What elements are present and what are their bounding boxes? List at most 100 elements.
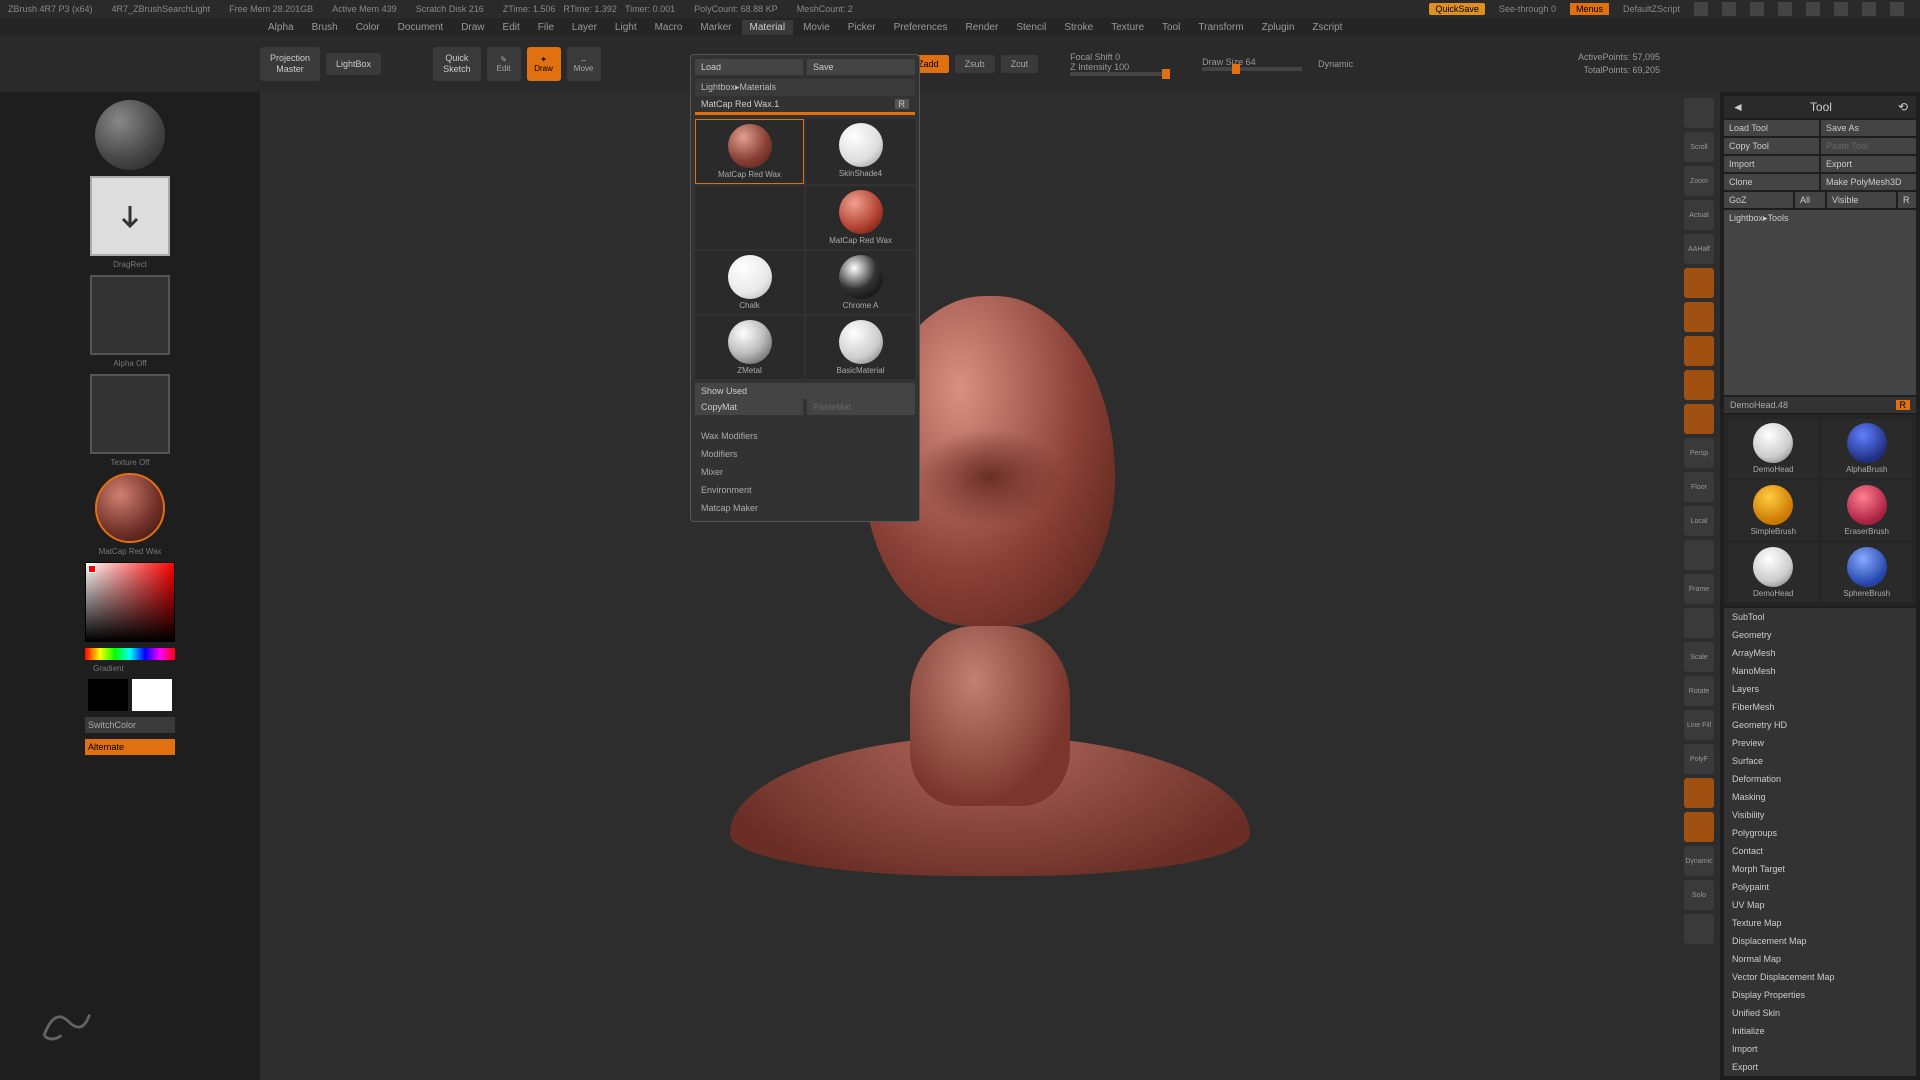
tool-section-normal-map[interactable]: Normal Map (1724, 950, 1916, 968)
goz-all-button[interactable]: All (1795, 192, 1825, 208)
material-swatch[interactable]: SkinShade4 (806, 119, 915, 184)
menu-zplugin[interactable]: Zplugin (1254, 20, 1303, 35)
clone-button[interactable]: Clone (1724, 174, 1819, 190)
tool-thumb[interactable]: DemoHead (1728, 419, 1819, 478)
menu-brush[interactable]: Brush (304, 20, 346, 35)
menu-edit[interactable]: Edit (495, 20, 528, 35)
tool-section-preview[interactable]: Preview (1724, 734, 1916, 752)
mat-section[interactable]: Environment (695, 481, 915, 499)
tool-section-texture-map[interactable]: Texture Map (1724, 914, 1916, 932)
tool-thumb[interactable]: SimpleBrush (1728, 481, 1819, 540)
tool-section-import[interactable]: Import (1724, 1040, 1916, 1058)
goz-r-button[interactable]: R (1898, 192, 1916, 208)
tool-section-displacement-map[interactable]: Displacement Map (1724, 932, 1916, 950)
tool-thumb[interactable]: SphereBrush (1822, 543, 1913, 602)
mat-section[interactable]: Wax Modifiers (695, 427, 915, 445)
viewport-btn6[interactable] (1684, 302, 1714, 332)
alpha-thumb[interactable] (90, 275, 170, 355)
projection-master-button[interactable]: Projection Master (260, 47, 320, 81)
viewport-solo[interactable]: Solo (1684, 880, 1714, 910)
edit-mode-button[interactable]: ✎Edit (487, 47, 521, 81)
lightbox-materials-button[interactable]: Lightbox▸Materials (695, 79, 915, 96)
minimize-button[interactable] (1834, 2, 1848, 16)
quicksketch-button[interactable]: Quick Sketch (433, 47, 481, 81)
mat-section[interactable]: Matcap Maker (695, 499, 915, 517)
viewport-scale[interactable]: Scale (1684, 642, 1714, 672)
menu-macro[interactable]: Macro (647, 20, 691, 35)
menu-material[interactable]: Material (742, 20, 794, 35)
material-swatch[interactable]: Chalk (695, 251, 804, 314)
menu-layer[interactable]: Layer (564, 20, 605, 35)
menu-alpha[interactable]: Alpha (260, 20, 302, 35)
viewport-btn8[interactable] (1684, 370, 1714, 400)
viewport-floor[interactable]: Floor (1684, 472, 1714, 502)
material-name[interactable]: MatCap Red Wax.1R (695, 96, 915, 112)
color-picker[interactable] (85, 562, 175, 642)
mat-section[interactable]: Mixer (695, 463, 915, 481)
viewport-btn20[interactable] (1684, 778, 1714, 808)
tool-section-masking[interactable]: Masking (1724, 788, 1916, 806)
viewport-rotate[interactable]: Rotate (1684, 676, 1714, 706)
menu-transform[interactable]: Transform (1190, 20, 1251, 35)
tool-section-display-properties[interactable]: Display Properties (1724, 986, 1916, 1004)
alternate-button[interactable]: Alternate (85, 739, 175, 755)
tool-section-unified-skin[interactable]: Unified Skin (1724, 1004, 1916, 1022)
tool-section-arraymesh[interactable]: ArrayMesh (1724, 644, 1916, 662)
window-button[interactable] (1722, 2, 1736, 16)
material-swatch[interactable]: BasicMaterial (806, 316, 915, 379)
menu-color[interactable]: Color (348, 20, 388, 35)
viewport-btn5[interactable] (1684, 268, 1714, 298)
menu-stencil[interactable]: Stencil (1008, 20, 1054, 35)
zcut-button[interactable]: Zcut (1001, 55, 1039, 73)
goz-visible-button[interactable]: Visible (1827, 192, 1896, 208)
viewport-persp[interactable]: Persp (1684, 438, 1714, 468)
menu-document[interactable]: Document (390, 20, 452, 35)
tool-section-polypaint[interactable]: Polypaint (1724, 878, 1916, 896)
tool-palette-title[interactable]: ◄Tool⟲ (1724, 96, 1916, 118)
lightbox-tools-button[interactable]: Lightbox▸Tools (1724, 210, 1916, 395)
viewport-scroll[interactable]: Scroll (1684, 132, 1714, 162)
viewport-local[interactable]: Local (1684, 506, 1714, 536)
material-swatch[interactable] (695, 186, 804, 249)
pastemat-button[interactable]: PasteMat (807, 399, 915, 415)
mat-section[interactable]: Modifiers (695, 445, 915, 463)
zintensity-slider[interactable] (1070, 72, 1170, 76)
tool-section-subtool[interactable]: SubTool (1724, 608, 1916, 626)
copymat-button[interactable]: CopyMat (695, 399, 803, 415)
tool-section-uv-map[interactable]: UV Map (1724, 896, 1916, 914)
tool-section-layers[interactable]: Layers (1724, 680, 1916, 698)
viewport-btn0[interactable] (1684, 98, 1714, 128)
tool-section-contact[interactable]: Contact (1724, 842, 1916, 860)
menu-tool[interactable]: Tool (1154, 20, 1188, 35)
maximize-button[interactable] (1862, 2, 1876, 16)
draw-mode-button[interactable]: ✦Draw (527, 47, 561, 81)
viewport-aahalf[interactable]: AAHalf (1684, 234, 1714, 264)
tool-section-geometry-hd[interactable]: Geometry HD (1724, 716, 1916, 734)
viewport-btn15[interactable] (1684, 608, 1714, 638)
viewport-btn21[interactable] (1684, 812, 1714, 842)
gradient-label[interactable]: Gradient (93, 664, 124, 673)
menus-toggle[interactable]: Menus (1570, 3, 1609, 15)
dynamic-label[interactable]: Dynamic (1318, 59, 1353, 69)
menu-file[interactable]: File (530, 20, 562, 35)
drawsize-label[interactable]: Draw Size 64 (1202, 57, 1302, 67)
viewport-dynamic[interactable]: Dynamic (1684, 846, 1714, 876)
copy-tool-button[interactable]: Copy Tool (1724, 138, 1819, 154)
drawsize-slider[interactable] (1202, 67, 1302, 71)
material-swatch[interactable]: MatCap Red Wax (806, 186, 915, 249)
tool-section-fibermesh[interactable]: FiberMesh (1724, 698, 1916, 716)
tool-section-visibility[interactable]: Visibility (1724, 806, 1916, 824)
tool-section-vector-displacement-map[interactable]: Vector Displacement Map (1724, 968, 1916, 986)
material-swatch[interactable]: MatCap Red Wax (695, 119, 804, 184)
mat-save-button[interactable]: Save (807, 59, 915, 75)
viewport-btn9[interactable] (1684, 404, 1714, 434)
menu-draw[interactable]: Draw (453, 20, 492, 35)
tool-name[interactable]: DemoHead.48R (1724, 397, 1916, 413)
show-used-button[interactable]: Show Used (695, 383, 915, 399)
tool-section-deformation[interactable]: Deformation (1724, 770, 1916, 788)
seethrough[interactable]: See-through 0 (1499, 4, 1556, 14)
menu-render[interactable]: Render (958, 20, 1007, 35)
material-swatch[interactable]: Chrome A (806, 251, 915, 314)
tool-section-nanomesh[interactable]: NanoMesh (1724, 662, 1916, 680)
window-button[interactable] (1806, 2, 1820, 16)
